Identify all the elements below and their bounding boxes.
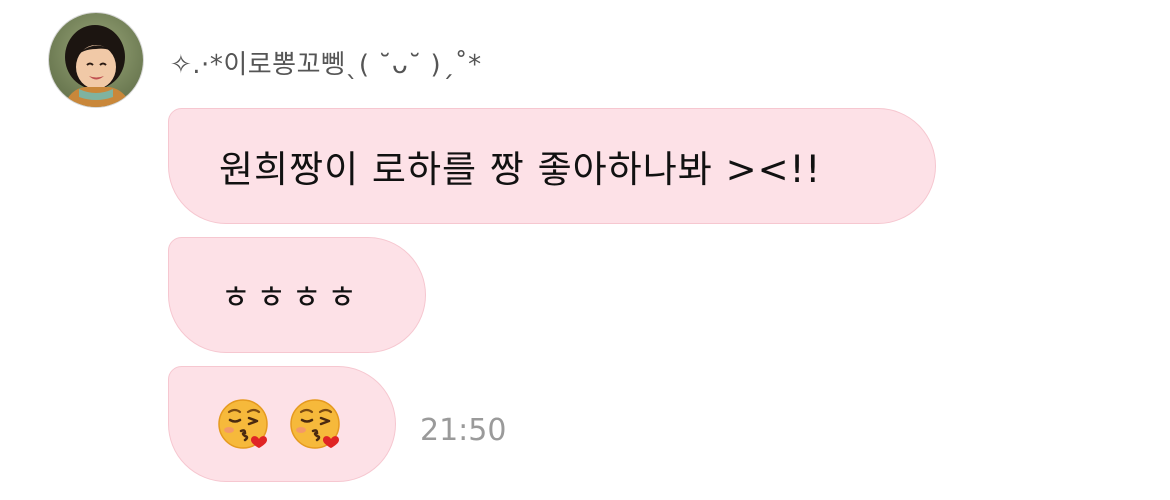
kissing-face-with-heart-icon xyxy=(215,395,273,453)
sender-name[interactable]: ✧.·*이로뽕꼬뼁ˎ( ˘ᴗ˘ )ˏ˚* xyxy=(170,44,482,81)
kissing-face-with-heart-icon xyxy=(287,395,345,453)
message-text: 원희짱이 로하를 짱 좋아하나봐 ><!! xyxy=(219,148,822,191)
message-bubble[interactable]: ㅎㅎㅎㅎ xyxy=(168,237,426,353)
message-bubble-emoji[interactable] xyxy=(168,366,396,482)
avatar[interactable] xyxy=(48,12,144,108)
profile-photo-icon xyxy=(49,13,143,107)
message-text: ㅎㅎㅎㅎ xyxy=(221,278,363,316)
message-timestamp: 21:50 xyxy=(420,413,507,448)
message-bubble[interactable]: 원희짱이 로하를 짱 좋아하나봐 ><!! xyxy=(168,108,936,224)
